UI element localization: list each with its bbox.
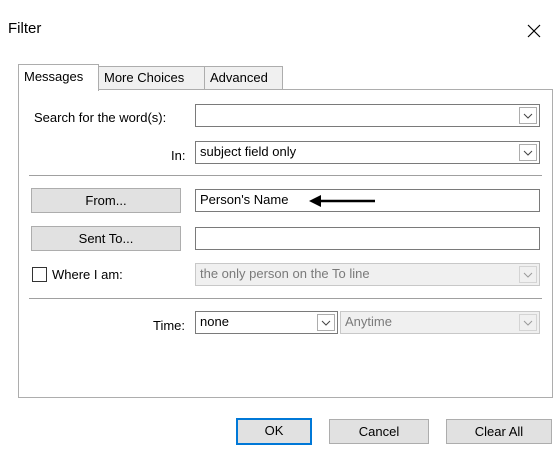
- tab-more-choices[interactable]: More Choices: [98, 66, 205, 90]
- time-range-value: Anytime: [345, 314, 392, 329]
- time-range-dropdown-button[interactable]: [519, 314, 537, 331]
- search-dropdown-button[interactable]: [519, 107, 537, 124]
- title-bar: Filter: [0, 0, 556, 62]
- separator: [29, 298, 542, 299]
- close-button[interactable]: [517, 14, 551, 48]
- search-label: Search for the word(s):: [34, 110, 167, 125]
- where-i-am-value: the only person on the To line: [200, 266, 370, 281]
- separator: [29, 175, 542, 176]
- arrow-left-icon: [309, 195, 375, 207]
- clear-all-button[interactable]: Clear All: [446, 419, 552, 444]
- time-range-combo[interactable]: Anytime: [340, 311, 540, 334]
- chevron-down-icon: [321, 320, 331, 326]
- where-i-am-label: Where I am:: [52, 267, 123, 282]
- sent-to-input[interactable]: [195, 227, 540, 250]
- from-value: Person's Name: [200, 192, 289, 207]
- window-title: Filter: [8, 20, 42, 37]
- in-combo[interactable]: subject field only: [195, 141, 540, 164]
- tab-advanced[interactable]: Advanced: [204, 66, 283, 90]
- cancel-button[interactable]: Cancel: [329, 419, 429, 444]
- time-combo[interactable]: none: [195, 311, 338, 334]
- messages-panel: Search for the word(s): In: subject fiel…: [18, 89, 553, 398]
- chevron-down-icon: [523, 320, 533, 326]
- time-label: Time:: [153, 318, 186, 333]
- chevron-down-icon: [523, 150, 533, 156]
- where-i-am-combo[interactable]: the only person on the To line: [195, 263, 540, 286]
- where-i-am-dropdown-button[interactable]: [519, 266, 537, 283]
- ok-button[interactable]: OK: [236, 418, 312, 445]
- close-icon: [527, 24, 541, 38]
- chevron-down-icon: [523, 272, 533, 278]
- in-value: subject field only: [200, 144, 297, 159]
- in-dropdown-button[interactable]: [519, 144, 537, 161]
- chevron-down-icon: [523, 113, 533, 119]
- tab-messages[interactable]: Messages: [18, 64, 99, 91]
- where-i-am-checkbox[interactable]: [32, 267, 47, 282]
- time-dropdown-button[interactable]: [317, 314, 335, 331]
- in-label: In:: [171, 148, 186, 163]
- sent-to-button[interactable]: Sent To...: [31, 226, 181, 251]
- time-value: none: [200, 314, 229, 329]
- from-button[interactable]: From...: [31, 188, 181, 213]
- search-combo[interactable]: [195, 104, 540, 127]
